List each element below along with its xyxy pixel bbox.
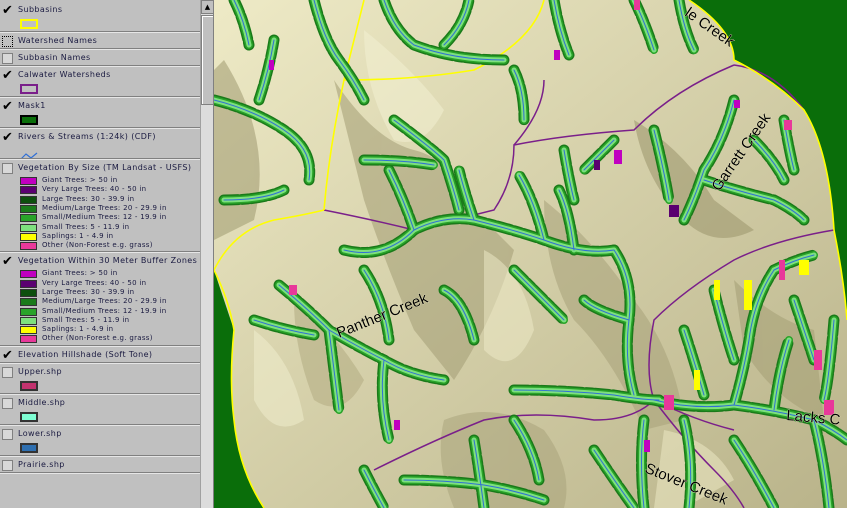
- layer-name: Upper.shp: [18, 366, 62, 376]
- layer-name: Subbasin Names: [18, 53, 91, 62]
- class-label: Medium/Large Trees: 20 - 29.9 in: [42, 203, 167, 212]
- checkbox-checked-icon[interactable]: ✔: [2, 4, 13, 17]
- color-swatch: [20, 335, 37, 344]
- layer-separator: [0, 159, 200, 160]
- line-symbol-icon: [20, 146, 38, 160]
- class-label: Medium/Large Trees: 20 - 29.9 in: [42, 297, 167, 306]
- layer-name: Rivers & Streams (1:24k) (CDF): [18, 132, 156, 141]
- polygon-symbol-icon: [20, 84, 38, 94]
- class-label: Giant Trees: > 50 in: [42, 269, 118, 278]
- color-swatch: [20, 232, 37, 241]
- color-swatch: [20, 270, 37, 279]
- layer-separator: [0, 455, 200, 457]
- polygon-symbol-icon: [20, 19, 38, 29]
- layer-separator: [0, 32, 200, 33]
- color-swatch: [20, 279, 37, 288]
- legend-class: Other (Non-Forest e.g. grass): [20, 334, 200, 344]
- color-swatch: [20, 307, 37, 316]
- legend-class: Other (Non-Forest e.g. grass): [20, 241, 200, 251]
- layer-name: Lower.shp: [18, 428, 62, 438]
- polygon-symbol-icon: [20, 115, 38, 125]
- color-swatch: [20, 242, 37, 251]
- polygon-symbol-icon: [20, 411, 38, 422]
- scroll-up-icon[interactable]: ▲: [201, 0, 213, 14]
- layer-name: Prairie.shp: [18, 459, 65, 469]
- color-swatch: [20, 195, 37, 204]
- class-label: Saplings: 1 - 4.9 in: [42, 325, 114, 334]
- layer-separator: [0, 128, 200, 129]
- color-swatch: [20, 204, 37, 213]
- class-label: Other (Non-Forest e.g. grass): [42, 241, 153, 250]
- class-label: Large Trees: 30 - 39.9 in: [42, 287, 135, 296]
- layer-name: Calwater Watersheds: [18, 70, 111, 79]
- color-swatch: [20, 326, 37, 335]
- class-label: Small Trees: 5 - 11.9 in: [42, 222, 130, 231]
- layer-separator: [0, 66, 200, 67]
- checkbox-unchecked-icon[interactable]: [2, 459, 13, 471]
- color-swatch: [20, 223, 37, 232]
- layer-name: Watershed Names: [18, 36, 98, 45]
- layer-separator: [0, 252, 200, 254]
- toc-scrollbar[interactable]: ▲: [200, 0, 213, 508]
- class-label: Small/Medium Trees: 12 - 19.9 in: [42, 213, 167, 222]
- checkbox-checked-icon[interactable]: ✔: [2, 131, 13, 144]
- color-swatch: [20, 214, 37, 223]
- color-swatch: [20, 186, 37, 195]
- checkbox-checked-icon[interactable]: ✔: [2, 100, 13, 113]
- class-label: Very Large Trees: 40 - 50 in: [42, 185, 147, 194]
- layer-name: Vegetation Within 30 Meter Buffer Zones: [18, 256, 198, 266]
- checkbox-unchecked-icon[interactable]: [2, 366, 13, 378]
- class-label: Small Trees: 5 - 11.9 in: [42, 315, 130, 324]
- scroll-thumb[interactable]: [201, 15, 213, 105]
- class-label: Saplings: 1 - 4.9 in: [42, 231, 114, 240]
- layer-separator: [0, 345, 200, 347]
- checkbox-checked-icon[interactable]: ✔: [2, 69, 13, 82]
- layer-name: Middle.shp: [18, 397, 66, 407]
- checkbox-unchecked-icon[interactable]: [2, 428, 13, 440]
- checkbox-checked-icon[interactable]: ✔: [2, 349, 13, 362]
- layer-separator: [0, 97, 200, 98]
- checkbox-unchecked-icon[interactable]: [2, 36, 13, 47]
- map-view[interactable]: le Creek Garrett Creek Panther Creek Lac…: [214, 0, 847, 508]
- polygon-symbol-icon: [20, 442, 38, 453]
- class-label: Other (Non-Forest e.g. grass): [42, 334, 153, 343]
- polygon-symbol-icon: [20, 380, 38, 391]
- class-label: Large Trees: 30 - 39.9 in: [42, 194, 135, 203]
- layer-separator: [0, 49, 200, 50]
- class-label: Small/Medium Trees: 12 - 19.9 in: [42, 306, 167, 315]
- layer-separator: [0, 393, 200, 395]
- color-swatch: [20, 177, 37, 185]
- checkbox-checked-icon[interactable]: ✔: [2, 255, 13, 268]
- color-swatch: [20, 316, 37, 325]
- layer-name: Mask1: [18, 101, 46, 110]
- layer-separator: [0, 472, 200, 474]
- layer-name: Vegetation By Size (TM Landsat - USFS): [18, 163, 192, 172]
- color-swatch: [20, 288, 37, 297]
- checkbox-unchecked-icon[interactable]: [2, 163, 13, 174]
- layer-name: Elevation Hillshade (Soft Tone): [18, 349, 153, 359]
- layer-separator: [0, 424, 200, 426]
- layer-separator: [0, 362, 200, 364]
- table-of-contents-panel: ✔ Subbasins Watershed Names Subbasin Names ✔…: [0, 0, 214, 508]
- class-label: Giant Trees: > 50 in: [42, 176, 118, 184]
- checkbox-unchecked-icon[interactable]: [2, 397, 13, 409]
- class-label: Very Large Trees: 40 - 50 in: [42, 278, 147, 287]
- checkbox-unchecked-icon[interactable]: [2, 53, 13, 64]
- color-swatch: [20, 298, 37, 307]
- layer-name: Subbasins: [18, 5, 63, 14]
